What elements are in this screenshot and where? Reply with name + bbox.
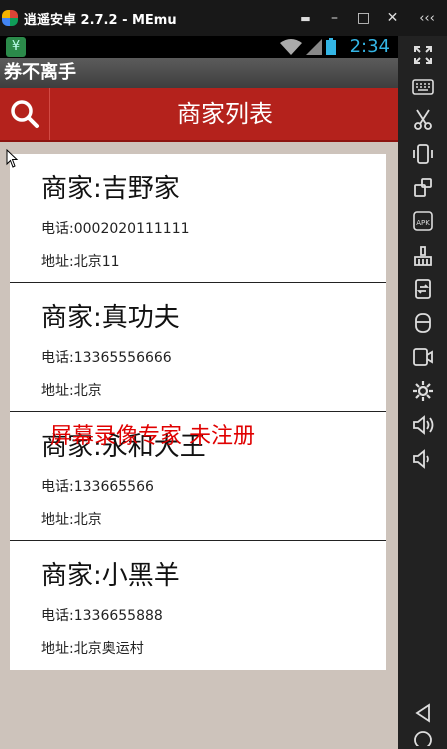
wifi-icon bbox=[280, 39, 302, 55]
scissors-icon bbox=[414, 109, 432, 130]
storage-button[interactable] bbox=[405, 310, 441, 336]
back-icon bbox=[415, 703, 430, 723]
android-back-button[interactable] bbox=[405, 700, 441, 726]
merchant-name: 商家:吉野家 bbox=[41, 174, 180, 204]
page-header: 商家列表 bbox=[0, 88, 398, 142]
volume-down-button[interactable] bbox=[405, 446, 441, 472]
window-title-bar: 逍遥安卓 2.7.2 - MEmu ▬ – □ ✕ ‹‹‹ bbox=[0, 0, 447, 36]
apk-icon: APK bbox=[413, 211, 433, 231]
memu-logo-icon bbox=[2, 10, 18, 26]
install-apk-button[interactable]: APK bbox=[405, 208, 441, 234]
search-icon bbox=[10, 100, 39, 128]
settings-icon bbox=[413, 381, 433, 401]
minimize-button[interactable]: – bbox=[320, 10, 349, 26]
keyboard-icon bbox=[412, 79, 434, 95]
merchant-row[interactable]: 商家:小黑羊 电话:1336655888 地址:北京奥运村 bbox=[10, 541, 386, 670]
merchant-address: 地址:北京奥运村 bbox=[41, 641, 144, 657]
minimize-to-tray-icon[interactable]: ▬ bbox=[291, 12, 320, 25]
app-title: 券不离手 bbox=[0, 58, 398, 88]
close-button[interactable]: ✕ bbox=[378, 10, 407, 26]
fullscreen-button[interactable] bbox=[405, 42, 441, 68]
svg-text:APK: APK bbox=[416, 219, 430, 227]
mouse-cursor-icon bbox=[6, 149, 19, 168]
rotate-icon bbox=[414, 178, 432, 197]
merchant-name: 商家:小黑羊 bbox=[41, 561, 180, 591]
merchant-phone: 电话:133665566 bbox=[41, 479, 154, 495]
search-button[interactable] bbox=[0, 88, 50, 140]
merchant-name: 商家:真功夫 bbox=[41, 303, 180, 333]
shake-icon bbox=[413, 144, 433, 164]
collapse-sidebar-button[interactable]: ‹‹‹ bbox=[407, 11, 447, 26]
volume-down-icon bbox=[413, 449, 429, 469]
fullscreen-icon bbox=[414, 46, 432, 64]
merchant-phone: 电话:1336655888 bbox=[41, 608, 163, 624]
maximize-button[interactable]: □ bbox=[349, 10, 378, 26]
merchant-address: 地址:北京 bbox=[41, 383, 102, 399]
broom-icon bbox=[414, 246, 432, 266]
rotate-button[interactable] bbox=[405, 174, 441, 200]
signal-icon bbox=[306, 39, 322, 55]
merchant-address: 地址:北京 bbox=[41, 512, 102, 528]
merchant-row[interactable]: 商家:真功夫 电话:13365556666 地址:北京 bbox=[10, 283, 386, 412]
android-status-bar: ¥ 2:34 bbox=[0, 36, 398, 58]
storage-icon bbox=[415, 313, 431, 333]
file-transfer-button[interactable] bbox=[405, 276, 441, 302]
merchant-phone: 电话:0002020111111 bbox=[41, 221, 190, 237]
keyboard-button[interactable] bbox=[405, 74, 441, 100]
android-home-button[interactable] bbox=[405, 730, 441, 749]
status-time: 2:34 bbox=[349, 36, 390, 57]
screenshot-button[interactable] bbox=[405, 107, 441, 133]
window-title: 逍遥安卓 2.7.2 - MEmu bbox=[24, 12, 177, 28]
record-video-button[interactable] bbox=[405, 344, 441, 370]
battery-icon bbox=[326, 38, 336, 55]
volume-up-button[interactable] bbox=[405, 412, 441, 438]
record-icon bbox=[413, 348, 433, 366]
merchant-address: 地址:北京11 bbox=[41, 254, 120, 270]
shake-button[interactable] bbox=[405, 141, 441, 167]
home-icon bbox=[414, 731, 432, 746]
settings-button[interactable] bbox=[405, 378, 441, 404]
watermark-text: 屏幕录像专家 未注册 bbox=[50, 424, 255, 449]
merchant-list: 商家:吉野家 电话:0002020111111 地址:北京11 商家:真功夫 电… bbox=[10, 154, 386, 670]
clean-button[interactable] bbox=[405, 243, 441, 269]
app-notification-icon: ¥ bbox=[6, 37, 26, 57]
volume-up-icon bbox=[413, 415, 434, 435]
transfer-icon bbox=[415, 279, 431, 299]
page-title: 商家列表 bbox=[177, 100, 273, 128]
merchant-row[interactable]: 商家:吉野家 电话:0002020111111 地址:北京11 bbox=[10, 154, 386, 283]
emulator-toolbar: APK bbox=[398, 36, 447, 749]
merchant-phone: 电话:13365556666 bbox=[41, 350, 172, 366]
